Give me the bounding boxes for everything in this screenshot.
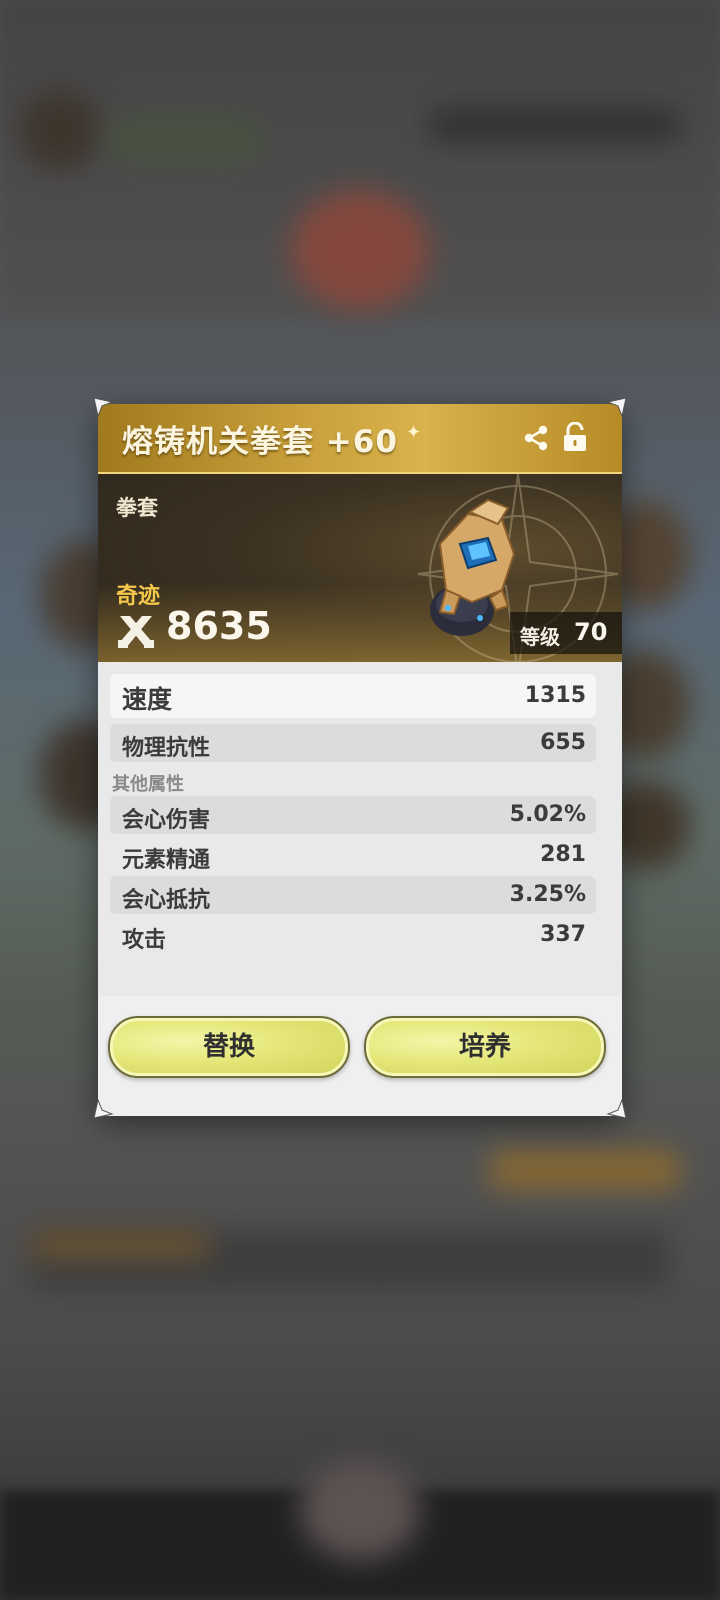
main-stat-row-speed: 速度 1315 <box>110 674 596 718</box>
stat-value: 5.02% <box>509 802 586 827</box>
other-stat-row: 攻击 337 <box>110 916 596 954</box>
crossed-weapons-icon <box>118 616 154 648</box>
main-stat-row-physical-resistance: 物理抗性 655 <box>110 724 596 762</box>
stat-value: 281 <box>540 842 586 867</box>
stat-label: 物理抗性 <box>122 736 211 761</box>
item-hero-panel: 拳套 奇迹 8635 等级 70 <box>98 474 622 662</box>
stat-label: 会心伤害 <box>122 808 211 833</box>
item-level-box: 等级 70 <box>510 612 622 654</box>
other-stat-row: 元素精通 281 <box>110 836 596 874</box>
item-rarity: 奇迹 <box>116 584 161 609</box>
item-name: 熔铸机关拳套 +60 <box>122 424 398 460</box>
stat-label: 会心抵抗 <box>122 888 211 913</box>
stat-value: 655 <box>540 730 586 755</box>
stat-label: 元素精通 <box>122 848 211 873</box>
stat-value: 337 <box>540 922 586 947</box>
replace-button[interactable]: 替换 <box>108 1016 350 1078</box>
equipment-detail-dialog: 熔铸机关拳套 +60 ✦ 拳套 奇迹 8635 等级 70 速度 1315 物理… <box>98 404 622 1116</box>
other-stat-row: 会心抵抗 3.25% <box>110 876 596 914</box>
corner-ornament-icon <box>606 1098 628 1120</box>
level-label: 等级 <box>520 625 560 649</box>
level-value: 70 <box>574 618 608 646</box>
other-stat-row: 会心伤害 5.02% <box>110 796 596 834</box>
corner-ornament-icon <box>92 1098 114 1120</box>
corner-ornament-icon <box>606 396 628 418</box>
unlock-icon[interactable] <box>562 421 588 452</box>
stat-label: 攻击 <box>122 928 167 953</box>
stat-value: 1315 <box>524 683 586 708</box>
item-power-value: 8635 <box>166 604 272 648</box>
stat-label: 速度 <box>122 685 173 714</box>
dialog-header: 熔铸机关拳套 +60 ✦ <box>98 404 622 474</box>
stat-value: 3.25% <box>509 882 586 907</box>
share-icon[interactable] <box>522 424 550 452</box>
item-category: 拳套 <box>116 496 158 520</box>
upgrade-button[interactable]: 培养 <box>364 1016 606 1078</box>
corner-ornament-icon <box>92 396 114 418</box>
other-stats-title: 其他属性 <box>112 774 184 795</box>
sparkle-icon: ✦ <box>406 422 422 443</box>
